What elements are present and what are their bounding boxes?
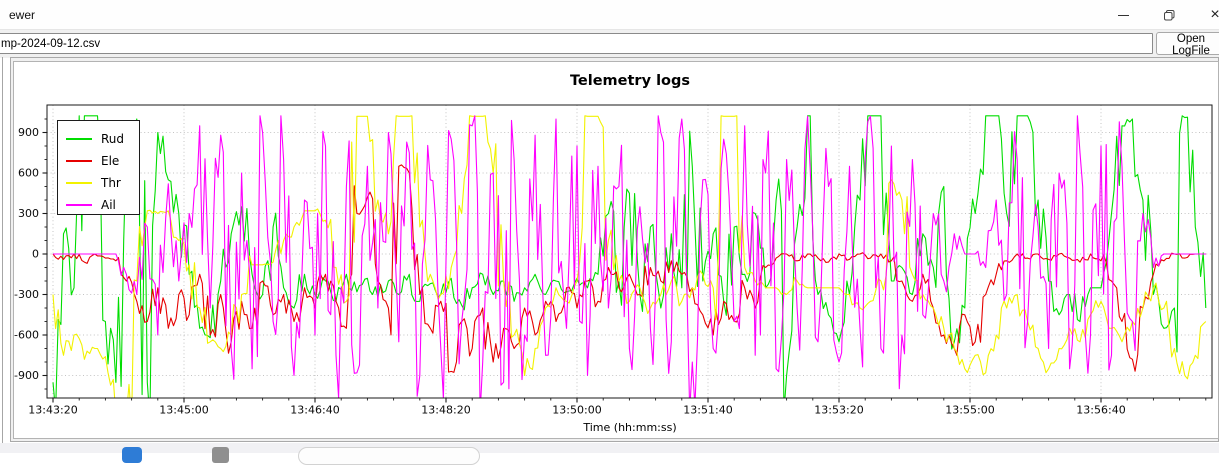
legend-label: Ele: [101, 154, 119, 168]
taskbar-search-box[interactable]: [298, 447, 480, 465]
blue-app-icon[interactable]: [122, 447, 142, 463]
legend-item-rud: Rud: [66, 128, 139, 150]
svg-text:-300: -300: [14, 288, 39, 301]
series-rud-line: [53, 116, 1206, 419]
legend-label: Rud: [101, 132, 124, 146]
window-title: ewer: [9, 8, 35, 22]
thr-line-swatch: [66, 182, 92, 184]
svg-text:300: 300: [18, 207, 39, 220]
svg-text:0: 0: [32, 248, 39, 261]
svg-text:13:50:00: 13:50:00: [552, 404, 601, 417]
title-bar: ewer ×: [0, 0, 1219, 30]
rud-line-swatch: [66, 138, 92, 140]
legend-item-thr: Thr: [66, 172, 139, 194]
restore-icon: [1164, 10, 1175, 21]
svg-text:13:56:40: 13:56:40: [1076, 404, 1125, 417]
ele-line-swatch: [66, 160, 92, 162]
taskbar-strip: [0, 443, 1219, 453]
ail-line-swatch: [66, 204, 92, 206]
gray-app-icon[interactable]: [212, 447, 229, 463]
svg-text:13:45:00: 13:45:00: [159, 404, 208, 417]
axis-ticks: [43, 119, 1206, 403]
svg-text:-600: -600: [14, 329, 39, 342]
chart-title: Telemetry logs: [47, 73, 1213, 89]
svg-text:600: 600: [18, 167, 39, 180]
chart-legend: Rud Ele Thr Ail: [57, 120, 140, 215]
telemetry-chart-svg: 13:43:20 13:45:00 13:46:40 13:48:20 13:50:00…: [14, 62, 1218, 438]
svg-text:13:51:40: 13:51:40: [683, 404, 732, 417]
legend-item-ele: Ele: [66, 150, 139, 172]
app-window: { "window": { "title": "ewer", "controls…: [0, 0, 1219, 453]
restore-button[interactable]: [1146, 0, 1192, 30]
open-logfile-button[interactable]: Open LogFile: [1156, 32, 1219, 55]
svg-text:900: 900: [18, 126, 39, 139]
minimize-icon: [1118, 15, 1129, 16]
plot-border: [47, 105, 1212, 398]
logfile-path-input[interactable]: [0, 33, 1153, 54]
svg-text:13:43:20: 13:43:20: [28, 404, 77, 417]
window-left-border: [2, 57, 3, 453]
svg-text:13:48:20: 13:48:20: [421, 404, 470, 417]
gridlines: [47, 105, 1212, 398]
svg-text:13:55:00: 13:55:00: [945, 404, 994, 417]
close-icon: ×: [1210, 7, 1219, 23]
minimize-button[interactable]: [1100, 0, 1146, 30]
axis-tick-labels: 13:43:20 13:45:00 13:46:40 13:48:20 13:50:00…: [14, 126, 1126, 417]
legend-label: Thr: [101, 176, 121, 190]
chart-canvas: 13:43:20 13:45:00 13:46:40 13:48:20 13:50:00…: [13, 61, 1219, 439]
series-lines: [53, 116, 1206, 422]
svg-text:13:53:20: 13:53:20: [814, 404, 863, 417]
x-axis-label: Time (hh:mm:ss): [47, 421, 1213, 434]
legend-label: Ail: [101, 198, 116, 212]
svg-text:13:46:40: 13:46:40: [290, 404, 339, 417]
legend-item-ail: Ail: [66, 194, 139, 216]
svg-text:-900: -900: [14, 369, 39, 382]
window-controls: ×: [1100, 0, 1219, 30]
series-thr-line: [53, 116, 1206, 422]
close-button[interactable]: ×: [1192, 0, 1219, 30]
file-toolbar: Open LogFile: [0, 30, 1219, 58]
